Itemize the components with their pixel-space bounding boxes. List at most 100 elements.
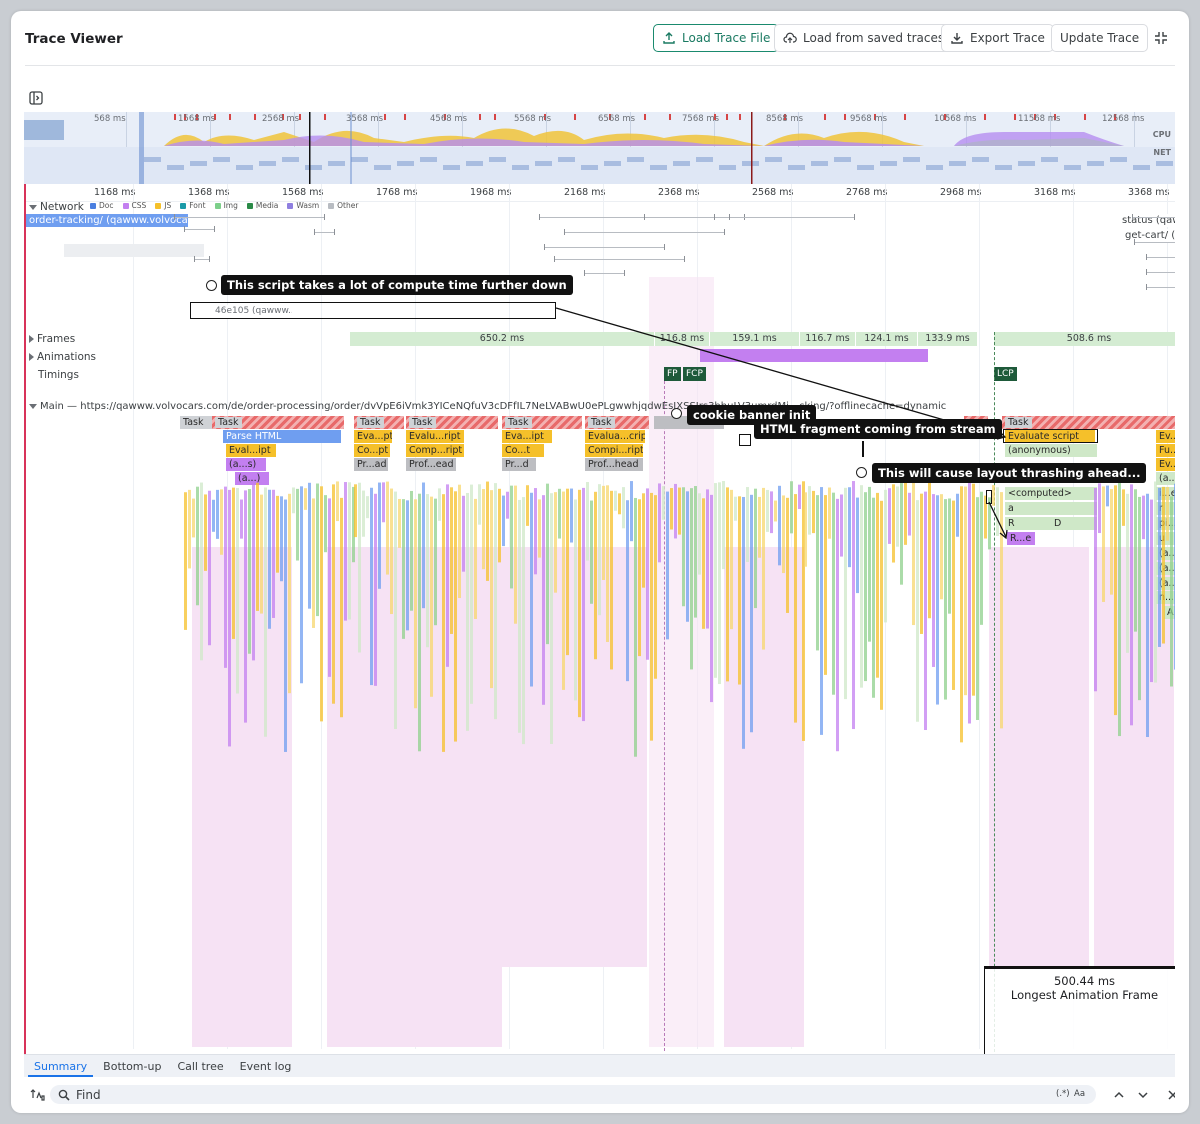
frame[interactable]: 124.1 ms: [856, 332, 918, 346]
overview-tick-label: 2568 ms: [262, 114, 300, 124]
flame-stack: [196, 486, 199, 606]
timing-marker-lcp[interactable]: LCP: [994, 367, 1017, 381]
whisker-cap: [584, 270, 585, 276]
network-request-whisker[interactable]: [544, 247, 664, 248]
timeline-viewer[interactable]: 568 ms 1568 ms 2568 ms 3568 ms 4568 ms 5568 m…: [24, 77, 1175, 1107]
collapse-icon[interactable]: [1154, 31, 1168, 45]
flame-stack: [272, 489, 275, 618]
flame-stack: [426, 494, 429, 648]
longest-animation-frame[interactable]: 500.44 ms Longest Animation Frame: [984, 966, 1175, 1058]
network-request-whisker[interactable]: [314, 232, 334, 233]
flame-stack: [212, 499, 215, 532]
chevron-down-icon[interactable]: [1137, 1089, 1149, 1101]
annotation-html-fragment[interactable]: HTML fragment coming from stream: [754, 419, 1002, 439]
network-request-whisker[interactable]: [1146, 287, 1175, 288]
network-activity-strip: [581, 165, 598, 170]
flame-stack: [184, 492, 187, 630]
network-request-whisker[interactable]: [554, 259, 684, 260]
flame-stack: [300, 486, 303, 684]
flame-stack: [1146, 493, 1149, 738]
flame-stack: [812, 490, 815, 534]
network-request-whisker[interactable]: [644, 217, 714, 218]
flame-stack: [578, 489, 581, 718]
close-icon[interactable]: [1167, 1089, 1175, 1101]
selected-evaluate-script[interactable]: [1003, 429, 1098, 443]
flame-stack: [466, 492, 469, 731]
flame-stack: [410, 490, 413, 611]
network-request-doc[interactable]: order-tracking/ (qawww.volvocars.c...: [26, 214, 188, 227]
flame-stack: [276, 495, 279, 573]
frame[interactable]: 116.7 ms: [800, 332, 856, 346]
frames-track-header[interactable]: Frames: [29, 333, 75, 345]
network-request-whisker[interactable]: [564, 232, 724, 233]
case-toggle[interactable]: Aa: [1074, 1089, 1085, 1099]
network-request-whisker[interactable]: [174, 217, 324, 218]
timeline-overview[interactable]: 568 ms 1568 ms 2568 ms 3568 ms 4568 ms 5568 m…: [24, 112, 1175, 184]
tab-summary[interactable]: Summary: [28, 1055, 94, 1077]
flame-stack: [574, 499, 577, 701]
flame-stack: [414, 499, 417, 709]
flame-stack: [502, 495, 505, 547]
network-activity-strip: [305, 165, 322, 170]
network-request-whisker[interactable]: [1134, 242, 1175, 243]
frame[interactable]: 508.6 ms: [994, 332, 1175, 346]
long-task-marker: [644, 114, 646, 120]
flame-stack: [336, 481, 339, 522]
timing-marker-fcp[interactable]: FCP: [683, 367, 706, 381]
animation-bar[interactable]: [700, 349, 928, 362]
frame[interactable]: 133.9 ms: [918, 332, 978, 346]
export-trace-label: Export Trace: [970, 31, 1045, 45]
annotation-script-compute[interactable]: This script takes a lot of compute time …: [221, 275, 573, 295]
load-trace-file-button[interactable]: Load Trace File: [653, 24, 780, 52]
flame-stack: [1154, 481, 1157, 683]
annotation-layout-thrashing[interactable]: This will cause layout thrashing ahead..…: [872, 463, 1147, 483]
network-activity-strip: [1041, 157, 1058, 162]
network-request-whisker[interactable]: [729, 217, 854, 218]
flame-stack: [462, 495, 465, 572]
network-request-whisker[interactable]: [1132, 217, 1175, 218]
flame-stack: [518, 499, 521, 733]
flame-stack: [956, 493, 959, 537]
selected-network-request[interactable]: [190, 302, 556, 319]
flame-stack: [454, 491, 457, 742]
tab-event-log[interactable]: Event log: [234, 1055, 298, 1077]
whisker-cap: [539, 214, 540, 220]
flame-stack: [200, 482, 203, 661]
frame[interactable]: 159.1 ms: [710, 332, 800, 346]
load-saved-traces-button[interactable]: Load from saved traces: [774, 24, 954, 52]
update-trace-button[interactable]: Update Trace: [1051, 24, 1149, 52]
frame[interactable]: 650.2 ms: [350, 332, 655, 346]
flame-stack: [538, 499, 541, 558]
network-track-header[interactable]: Network: [29, 201, 84, 213]
flame-stack: [458, 484, 461, 599]
selected-event[interactable]: [986, 490, 992, 504]
flame-stack: [610, 490, 613, 670]
network-request-whisker[interactable]: [184, 229, 214, 230]
whisker-cap: [174, 214, 175, 220]
network-request-status[interactable]: status (qaww: [1119, 214, 1175, 227]
selected-event[interactable]: [739, 434, 751, 446]
chevron-up-icon[interactable]: [1113, 1089, 1125, 1101]
overview-tick-label: 7568 ms: [682, 114, 720, 124]
tab-bottom-up[interactable]: Bottom-up: [97, 1055, 167, 1077]
long-task-marker: [324, 114, 326, 120]
annotation-author-icon: [856, 467, 867, 478]
network-request-whisker[interactable]: [584, 273, 624, 274]
export-trace-button[interactable]: Export Trace: [941, 24, 1054, 52]
flame-stack: [418, 493, 421, 752]
match-case-toggle-icon[interactable]: [30, 1087, 46, 1103]
download-icon: [951, 33, 963, 44]
sidebar-toggle-icon[interactable]: [29, 91, 43, 105]
network-request-whisker[interactable]: [1146, 272, 1175, 273]
animations-track-header[interactable]: Animations: [29, 351, 96, 363]
network-request-whisker[interactable]: [194, 259, 209, 260]
frame[interactable]: 116.8 ms: [655, 332, 710, 346]
regex-toggle[interactable]: (.*): [1056, 1089, 1070, 1099]
network-request-get-cart[interactable]: get-cart/ (qa: [1122, 229, 1175, 242]
network-request[interactable]: [64, 244, 204, 257]
timing-marker-fp[interactable]: FP: [664, 367, 681, 381]
tab-call-tree[interactable]: Call tree: [171, 1055, 229, 1077]
find-input[interactable]: [50, 1085, 1096, 1104]
ruler-tick-label: 1568 ms: [282, 187, 324, 198]
network-request-whisker[interactable]: [1146, 257, 1175, 258]
